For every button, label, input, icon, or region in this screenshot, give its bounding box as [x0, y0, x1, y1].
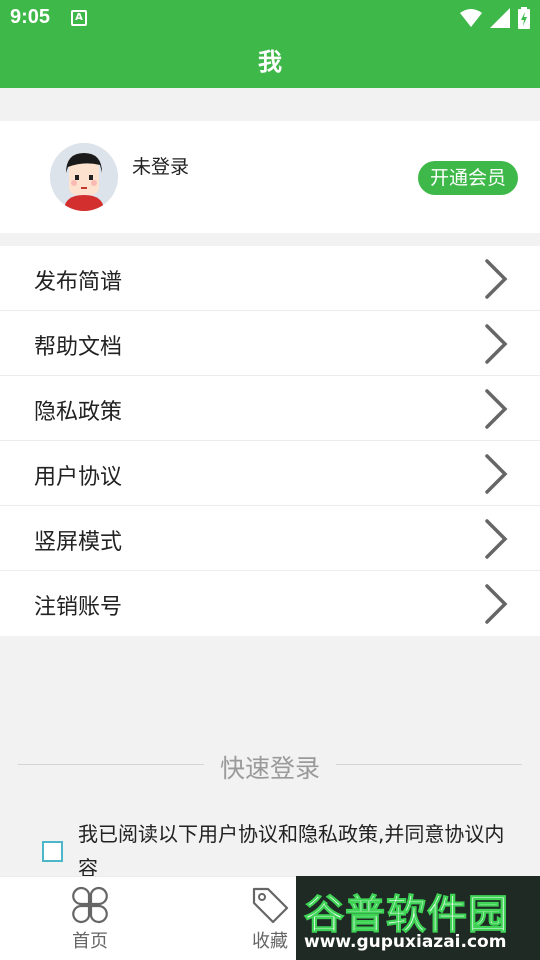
- tab-home[interactable]: 首页: [40, 877, 140, 960]
- avatar[interactable]: [50, 143, 118, 211]
- chevron-right-icon: [485, 454, 508, 494]
- tag-icon: [252, 887, 289, 924]
- menu-item-portrait-mode[interactable]: 竖屏模式: [0, 506, 540, 571]
- menu-item-label: 竖屏模式: [34, 530, 123, 555]
- username-label[interactable]: 未登录: [132, 152, 189, 179]
- menu-item-privacy-policy[interactable]: 隐私政策: [0, 376, 540, 441]
- menu-item-label: 发布简谱: [34, 270, 123, 295]
- menu-item-publish-score[interactable]: 发布简谱: [0, 246, 540, 311]
- chevron-right-icon: [485, 259, 508, 299]
- settings-menu: 发布简谱 帮助文档 隐私政策 用户协议 竖屏模式 注销账号: [0, 246, 540, 636]
- wifi-icon: [460, 9, 482, 27]
- quick-login-title: 快速登录: [219, 754, 320, 783]
- menu-item-delete-account[interactable]: 注销账号: [0, 571, 540, 636]
- status-icons: [460, 7, 530, 29]
- menu-item-user-agreement[interactable]: 用户协议: [0, 441, 540, 506]
- clover-grid-icon: [72, 886, 108, 924]
- notification-icon: A: [71, 10, 87, 26]
- agreement-checkbox[interactable]: [42, 841, 63, 862]
- watermark-logo: 谷普软件园 www.gupuxiazai.com: [296, 876, 540, 960]
- tab-label: 首页: [72, 931, 108, 952]
- watermark-url: www.gupuxiazai.com: [304, 932, 507, 952]
- quick-login-header: 快速登录: [0, 745, 540, 785]
- app-bar: 我: [0, 36, 540, 88]
- battery-icon: [518, 7, 530, 29]
- open-membership-button[interactable]: 开通会员: [418, 161, 518, 195]
- profile-card[interactable]: 未登录 开通会员: [0, 121, 540, 233]
- menu-item-label: 用户协议: [34, 465, 123, 490]
- chevron-right-icon: [485, 519, 508, 559]
- signal-icon: [490, 8, 510, 28]
- menu-item-label: 隐私政策: [34, 400, 123, 425]
- menu-item-label: 帮助文档: [34, 335, 123, 360]
- chevron-right-icon: [485, 584, 508, 624]
- agreement-text[interactable]: 我已阅读以下用户协议和隐私政策,并同意协议内容: [78, 817, 518, 885]
- menu-item-help-docs[interactable]: 帮助文档: [0, 311, 540, 376]
- status-time: 9:05: [10, 6, 51, 28]
- chevron-right-icon: [485, 389, 508, 429]
- page-title: 我: [258, 48, 282, 76]
- chevron-right-icon: [485, 324, 508, 364]
- menu-item-label: 注销账号: [34, 595, 123, 620]
- avatar-face-icon: [50, 143, 118, 211]
- status-bar: 9:05 A: [0, 0, 540, 36]
